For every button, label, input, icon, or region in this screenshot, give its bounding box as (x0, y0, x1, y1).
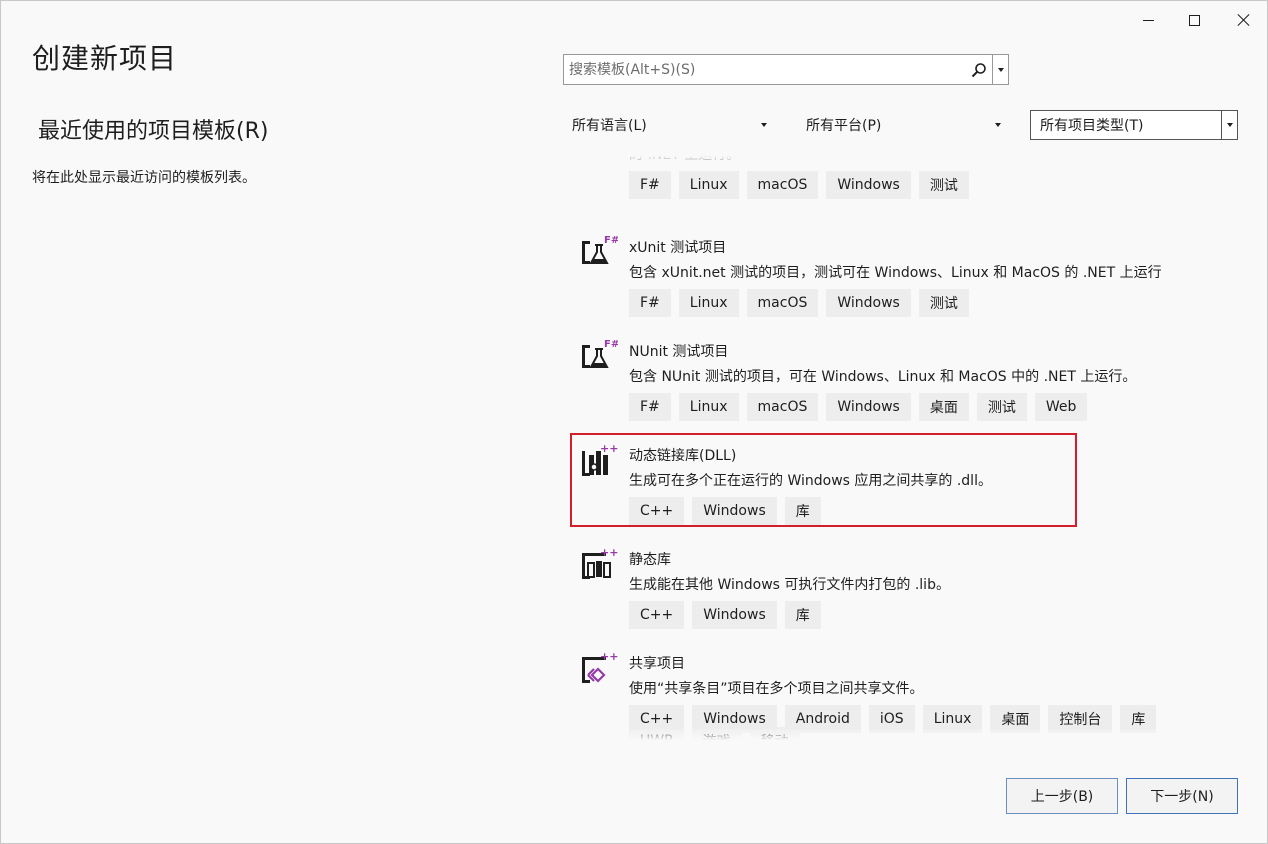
template-list-item[interactable]: F# xUnit 测试项目 包含 xUnit.net 测试的项目，测试可在 Wi… (567, 223, 1227, 327)
svg-text:F#: F# (604, 235, 618, 246)
template-tag: F# (629, 393, 671, 421)
language-filter-dropdown[interactable]: 所有语言(L) (563, 110, 775, 140)
template-list-item[interactable]: UWP 游戏 移动 (567, 661, 1227, 743)
project-type-filter-label: 所有项目类型(T) (1040, 118, 1144, 134)
template-tag: 测试 (918, 171, 969, 199)
template-tag: F# (629, 171, 671, 199)
recent-templates-empty-text: 将在此处显示最近访问的模板列表。 (32, 170, 256, 186)
maximize-icon (1188, 14, 1200, 26)
template-tag: F# (629, 289, 671, 317)
template-name: 动态链接库(DLL) (629, 448, 737, 464)
close-icon (1237, 13, 1251, 27)
chevron-down-icon (995, 123, 1001, 127)
template-tag: Linux (678, 171, 739, 199)
page-title: 创建新项目 (32, 42, 178, 75)
chevron-down-icon (1226, 123, 1233, 127)
create-project-dialog: 创建新项目 最近使用的项目模板(R) 将在此处显示最近访问的模板列表。 所有语言… (0, 0, 1268, 844)
close-button[interactable] (1221, 1, 1267, 39)
search-history-dropdown[interactable] (992, 55, 1008, 84)
minimize-button[interactable] (1125, 1, 1171, 39)
svg-text:++: ++ (600, 443, 618, 455)
template-tag: Web (1034, 393, 1088, 421)
template-search-box (563, 54, 1009, 85)
svg-text:F#: F# (604, 339, 618, 350)
template-tags: F# Linux macOS Windows 测试 (629, 171, 969, 199)
template-tag: 移动 (749, 727, 800, 743)
template-tag: Windows (692, 601, 777, 629)
template-search-input[interactable] (564, 55, 966, 84)
template-tags: UWP 游戏 移动 (629, 727, 800, 743)
template-description: 的 .NET 上运行。 (629, 151, 741, 163)
template-tag: 库 (784, 601, 821, 629)
platform-filter-dropdown[interactable]: 所有平台(P) (797, 110, 1009, 140)
template-list-item[interactable]: F# NUnit 测试项目 包含 NUnit 测试的项目，可在 Windows、… (567, 327, 1227, 431)
template-tags: F# Linux macOS Windows 测试 (629, 289, 969, 317)
template-list-item[interactable]: ++ 静态库 生成能在其他 Windows 可执行文件内打包的 .lib。 C+… (567, 535, 1227, 639)
template-description: 包含 xUnit.net 测试的项目，测试可在 Windows、Linux 和 … (629, 265, 1162, 281)
template-list-item[interactable]: 的 .NET 上运行。 F# Linux macOS Windows 测试 (567, 151, 1227, 209)
template-tag: Linux (678, 393, 739, 421)
template-tag: macOS (746, 289, 819, 317)
template-description: 生成能在其他 Windows 可执行文件内打包的 .lib。 (629, 577, 950, 593)
template-list[interactable]: 的 .NET 上运行。 F# Linux macOS Windows 测试 F#… (567, 151, 1227, 743)
template-tag: UWP (629, 727, 684, 743)
template-tag: C++ (629, 601, 685, 629)
fsharp-test-flask-icon: F# (582, 235, 618, 264)
template-tag: Windows (826, 289, 911, 317)
template-name: xUnit 测试项目 (629, 240, 727, 256)
maximize-button[interactable] (1171, 1, 1217, 39)
template-tag: Windows (826, 171, 911, 199)
template-tag: macOS (746, 393, 819, 421)
template-tag: macOS (746, 171, 819, 199)
template-tags: F# Linux macOS Windows 桌面 测试 Web (629, 393, 1088, 421)
template-tags: C++ Windows 库 (629, 497, 821, 525)
cpp-dll-icon: ++ (582, 443, 618, 476)
template-list-item-selected[interactable]: ++ 动态链接库(DLL) 生成可在多个正在运行的 Windows 应用之间共享… (567, 431, 1227, 535)
template-tag: 游戏 (691, 727, 742, 743)
template-tag: C++ (629, 497, 685, 525)
search-icon (971, 62, 986, 77)
template-tag: 桌面 (918, 393, 969, 421)
template-tag: Windows (826, 393, 911, 421)
next-button[interactable]: 下一步(N) (1126, 778, 1238, 814)
chevron-down-icon (761, 123, 767, 127)
template-tag: Windows (692, 497, 777, 525)
fsharp-test-flask-icon: F# (582, 339, 618, 368)
project-type-filter-dropdown[interactable]: 所有项目类型(T) (1030, 110, 1238, 140)
template-tag: Linux (678, 289, 739, 317)
chevron-down-icon (997, 67, 1004, 72)
template-tag: 库 (784, 497, 821, 525)
minimize-icon (1142, 19, 1154, 21)
recent-templates-heading: 最近使用的项目模板(R) (38, 119, 269, 144)
template-name: NUnit 测试项目 (629, 344, 729, 360)
svg-text:++: ++ (600, 547, 618, 559)
search-button[interactable] (966, 55, 992, 84)
cpp-static-lib-icon: ++ (582, 547, 618, 579)
language-filter-label: 所有语言(L) (572, 118, 647, 134)
template-description: 生成可在多个正在运行的 Windows 应用之间共享的 .dll。 (629, 473, 992, 489)
template-name: 静态库 (629, 552, 671, 568)
template-tag: 测试 (976, 393, 1027, 421)
back-button[interactable]: 上一步(B) (1006, 778, 1118, 814)
platform-filter-label: 所有平台(P) (806, 118, 882, 134)
template-tag: 测试 (918, 289, 969, 317)
template-tags: C++ Windows 库 (629, 601, 821, 629)
template-description: 包含 NUnit 测试的项目，可在 Windows、Linux 和 MacOS … (629, 369, 1137, 385)
